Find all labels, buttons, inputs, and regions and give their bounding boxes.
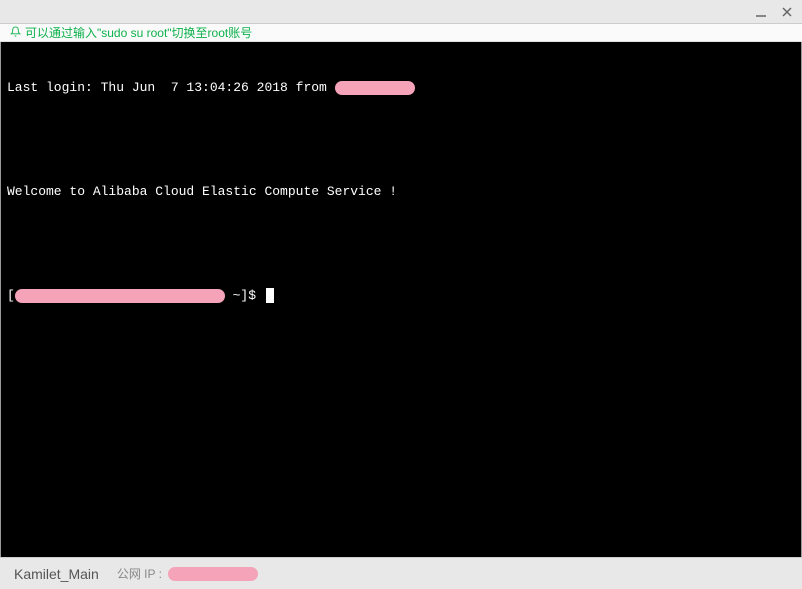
minimize-button[interactable]	[748, 1, 774, 23]
prompt-close: ~]$	[225, 287, 264, 305]
statusbar: Kamilet_Main 公网 IP :	[0, 557, 802, 589]
redacted-ip	[335, 81, 415, 95]
titlebar	[0, 0, 802, 24]
terminal-line-blank	[7, 235, 795, 252]
last-login-text: Last login: Thu Jun 7 13:04:26 2018 from	[7, 79, 335, 97]
terminal-line-login: Last login: Thu Jun 7 13:04:26 2018 from	[7, 79, 795, 96]
prompt-open: [	[7, 287, 15, 305]
cursor	[266, 288, 274, 303]
redacted-user-host	[15, 289, 225, 303]
welcome-text: Welcome to Alibaba Cloud Elastic Compute…	[7, 183, 397, 201]
ip-label: 公网 IP :	[117, 565, 162, 582]
redacted-public-ip	[168, 567, 258, 581]
terminal-line-welcome: Welcome to Alibaba Cloud Elastic Compute…	[7, 183, 795, 200]
terminal[interactable]: Last login: Thu Jun 7 13:04:26 2018 from…	[0, 42, 802, 557]
instance-name: Kamilet_Main	[14, 566, 99, 582]
terminal-line-blank	[7, 131, 795, 148]
hint-bar: 可以通过输入"sudo su root"切换至root账号	[0, 24, 802, 42]
bell-icon	[10, 26, 21, 40]
terminal-line-prompt: [ ~]$	[7, 287, 795, 304]
close-button[interactable]	[774, 1, 800, 23]
hint-text: 可以通过输入"sudo su root"切换至root账号	[25, 24, 252, 41]
